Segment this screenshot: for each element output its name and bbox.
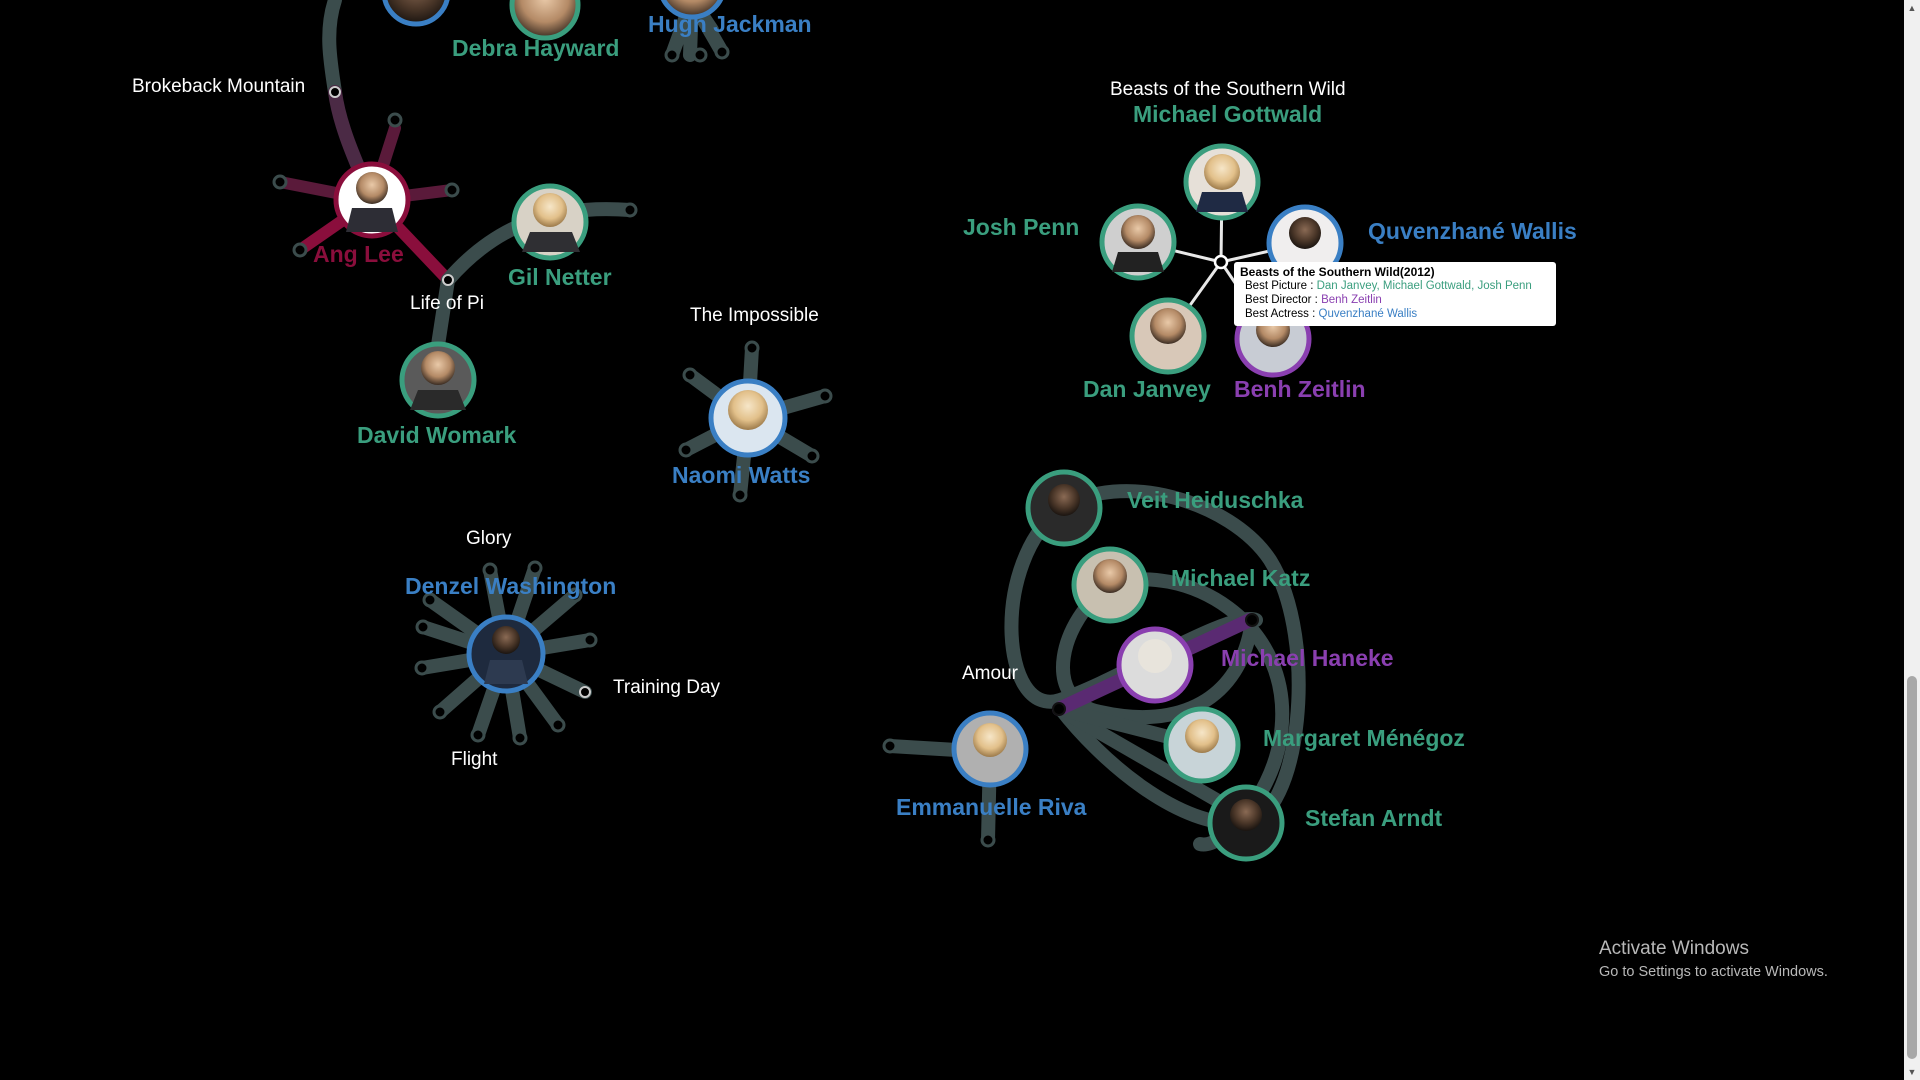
tooltip-row-best-director: Best Director : Benh Zeitlin: [1240, 293, 1550, 307]
person-label-margaret-menegoz: Margaret Ménégoz: [1263, 725, 1465, 751]
person-label-michael-katz: Michael Katz: [1171, 565, 1310, 591]
node-denzel-washington[interactable]: [466, 614, 546, 694]
tooltip-row-value: Dan Janvey, Michael Gottwald, Josh Penn: [1316, 280, 1532, 292]
node-gil-netter[interactable]: [511, 183, 589, 261]
film-label-beasts: Beasts of the Southern Wild: [1110, 79, 1346, 100]
node-stefan-arndt[interactable]: [1207, 784, 1285, 862]
film-label-impossible: The Impossible: [690, 305, 819, 326]
person-label-david-womark: David Womark: [357, 422, 517, 448]
film-label-amour: Amour: [962, 663, 1019, 684]
film-node-amour[interactable]: [1052, 702, 1066, 716]
person-label-quvenzhane-wallis: Quvenzhané Wallis: [1368, 218, 1577, 244]
film-label-training-day: Training Day: [613, 677, 721, 698]
tooltip-title: Beasts of the Southern Wild(2012): [1240, 265, 1435, 279]
node-michael-gottwald[interactable]: [1183, 143, 1261, 221]
tooltip-separator: :: [1312, 308, 1316, 320]
tooltip-row-value: Quvenzhané Wallis: [1318, 308, 1418, 320]
person-label-debra-hayward: Debra Hayward: [452, 35, 619, 61]
watermark-title: Activate Windows: [1599, 938, 1749, 959]
tooltip-separator: :: [1310, 280, 1314, 292]
person-label-gil-netter: Gil Netter: [508, 264, 612, 290]
node-naomi-watts[interactable]: [708, 378, 788, 458]
node-emmanuelle-riva[interactable]: [951, 710, 1029, 788]
person-label-josh-penn: Josh Penn: [963, 214, 1079, 240]
person-label-dan-janvey: Dan Janvey: [1083, 376, 1211, 402]
film-label-life-of-pi: Life of Pi: [410, 293, 484, 314]
film-label-brokeback: Brokeback Mountain: [132, 76, 305, 97]
awards-network-graph[interactable]: Brokeback Mountain Life of Pi The Imposs…: [0, 0, 1904, 1080]
person-label-michael-haneke: Michael Haneke: [1221, 645, 1394, 671]
tooltip-row-best-actress: Best Actress : Quvenzhané Wallis: [1240, 307, 1550, 321]
scroll-down-arrow-icon[interactable]: ▼: [1904, 1064, 1920, 1080]
tooltip-separator: :: [1314, 294, 1318, 306]
tooltip-row-label: Best Director: [1245, 294, 1312, 306]
node-veit-heiduschka[interactable]: [1025, 469, 1103, 547]
film-node-life-of-pi[interactable]: [442, 274, 454, 286]
node-dan-janvey[interactable]: [1129, 297, 1207, 375]
tooltip-row-best-picture: Best Picture : Dan Janvey, Michael Gottw…: [1240, 279, 1550, 293]
person-label-michael-gottwald: Michael Gottwald: [1133, 101, 1322, 127]
tooltip-row-label: Best Actress: [1245, 308, 1309, 320]
node-michael-haneke[interactable]: [1116, 626, 1194, 704]
film-label-flight: Flight: [451, 749, 498, 770]
film-label-glory: Glory: [466, 528, 512, 549]
node-david-womark[interactable]: [399, 341, 477, 419]
person-label-hugh-jackman: Hugh Jackman: [648, 11, 812, 37]
watermark-subtitle: Go to Settings to activate Windows.: [1599, 964, 1828, 980]
film-node-training-day[interactable]: [579, 686, 591, 698]
film-node-amour-haneke[interactable]: [1245, 613, 1259, 627]
person-label-naomi-watts: Naomi Watts: [672, 462, 810, 488]
film-tooltip: Beasts of the Southern Wild(2012) Best P…: [1234, 262, 1556, 326]
node-margaret-menegoz[interactable]: [1163, 706, 1241, 784]
film-node-brokeback[interactable]: [329, 86, 341, 98]
node-partial-top-left[interactable]: [382, 0, 450, 27]
node-ang-lee[interactable]: [333, 161, 411, 239]
node-josh-penn[interactable]: [1099, 203, 1177, 281]
node-debra-hayward[interactable]: [509, 0, 581, 41]
windows-activation-watermark: Activate Windows Go to Settings to activ…: [1599, 938, 1828, 980]
scroll-up-arrow-icon[interactable]: ▲: [1904, 0, 1920, 16]
person-label-emmanuelle-riva: Emmanuelle Riva: [896, 794, 1087, 820]
film-node-beasts[interactable]: [1213, 254, 1229, 270]
scrollbar-thumb[interactable]: [1907, 676, 1917, 1059]
node-michael-katz[interactable]: [1071, 546, 1149, 624]
person-label-denzel-washington: Denzel Washington: [405, 573, 616, 599]
tooltip-row-label: Best Picture: [1245, 280, 1307, 292]
person-label-veit-heiduschka: Veit Heiduschka: [1127, 487, 1304, 513]
tooltip-row-value: Benh Zeitlin: [1321, 294, 1382, 306]
person-label-ang-lee: Ang Lee: [313, 241, 404, 267]
person-label-stefan-arndt: Stefan Arndt: [1305, 805, 1442, 831]
person-label-benh-zeitlin: Benh Zeitlin: [1234, 376, 1366, 402]
vertical-scrollbar[interactable]: ▲ ▼: [1904, 0, 1920, 1080]
